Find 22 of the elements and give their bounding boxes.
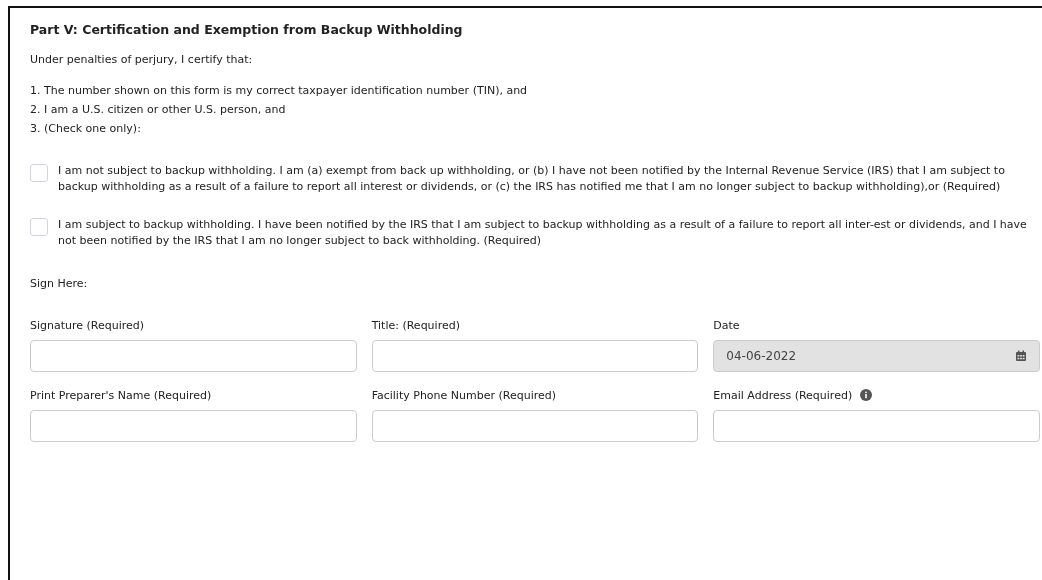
field-label: Date (713, 318, 740, 332)
input-field[interactable] (371, 340, 699, 372)
input-field[interactable] (30, 410, 357, 442)
section-title: Part V: Certification and Exemption from Backup Withholding (30, 22, 464, 37)
field-label: Facility Phone Number (Required) (371, 388, 557, 402)
checkbox[interactable] (30, 218, 48, 236)
info-icon[interactable] (860, 389, 873, 401)
checkbox[interactable] (30, 164, 48, 182)
option-text: I am subject to backup withholding. I have been notified by the IRS that I am subject to backup withholding as a result of a failure to report all inter-est or dividends, and I have not been notified by the IRS that I am no longer subject to back withholding. (Required) (58, 217, 1028, 249)
statement-text: 2. I am a U.S. citizen or other U.S. person, and (30, 103, 287, 116)
field-label: Email Address (Required) (713, 388, 853, 402)
intro-text: Under penalties of perjury, I certify that: (30, 53, 254, 66)
sign-here-label: Sign Here: (30, 277, 89, 290)
statement-text: 3. (Check one only): (30, 122, 142, 135)
input-field[interactable] (30, 340, 357, 372)
input-field[interactable] (371, 410, 699, 442)
option-text: I am not subject to backup withholding. I am (a) exempt from back up withholding, or (b) I have not been notified by the Internal Revenue Service (IRS) that I am subject to backup withholding as a result of a failure to report all interest or dividends, or (c) the IRS has notified me that I am no longer subject to backup withholding),or (Required) (58, 163, 1006, 195)
input-field[interactable] (713, 410, 1040, 442)
field-label: Title: (Required) (371, 318, 460, 332)
field-label: Signature (Required) (30, 318, 145, 332)
field-label: Print Preparer's Name (Required) (30, 388, 212, 402)
statement-text: 1. The number shown on this form is my correct taxpayer identification number (TIN), and (30, 84, 529, 97)
